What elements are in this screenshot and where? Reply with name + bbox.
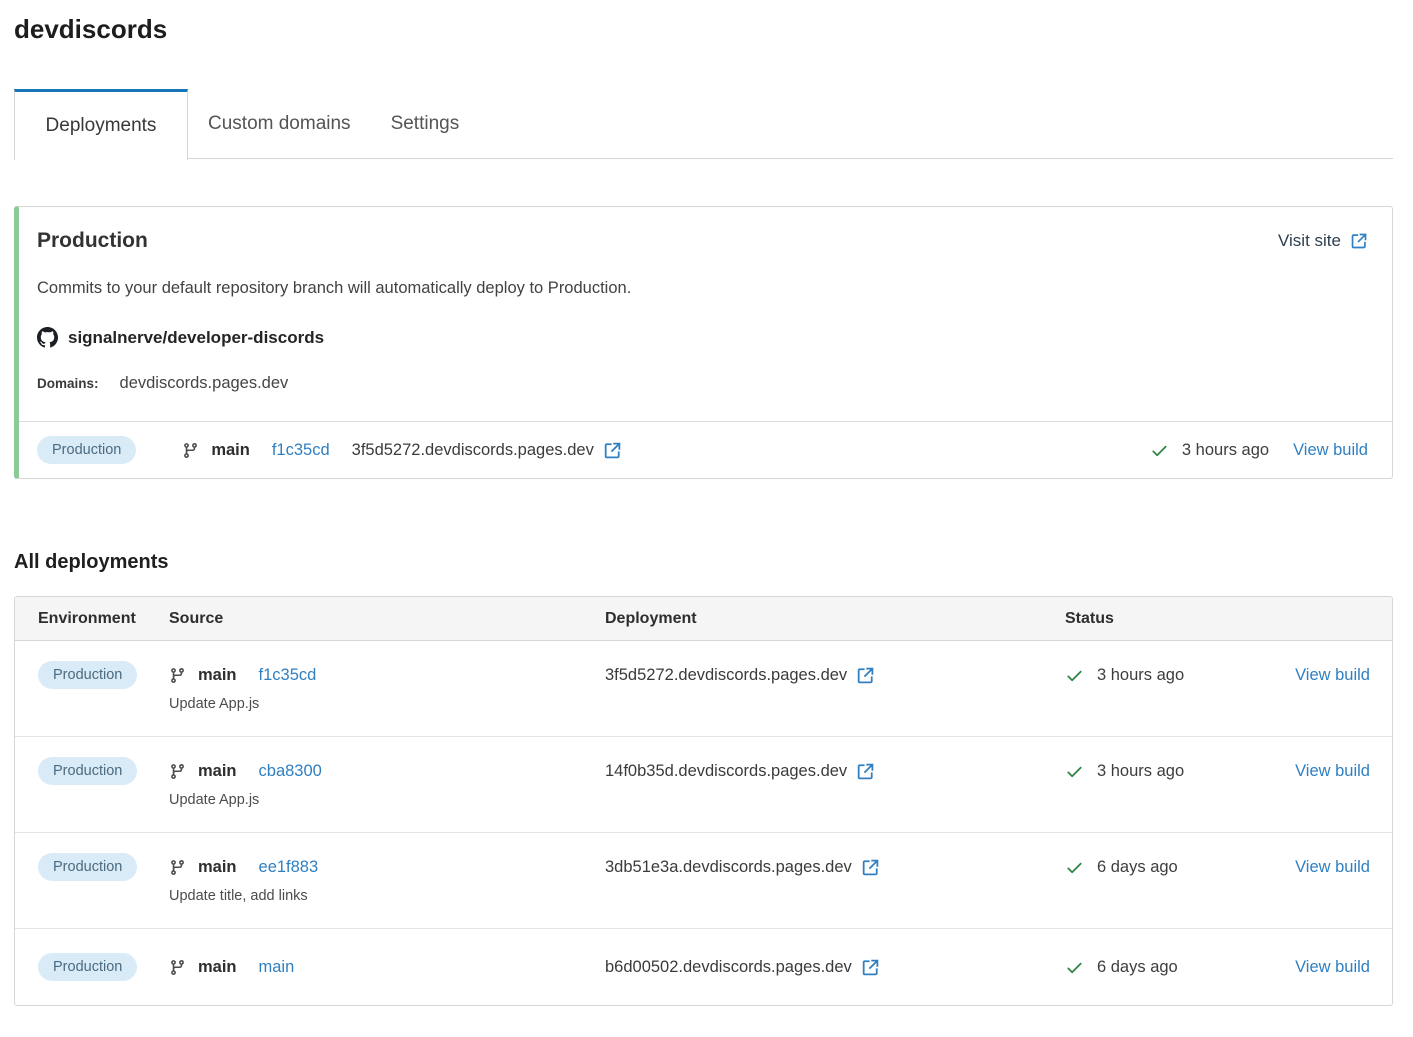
github-icon xyxy=(37,327,58,348)
git-branch-icon xyxy=(169,763,186,780)
tab-bar: Deployments Custom domains Settings xyxy=(14,89,1393,159)
commit-link[interactable]: ee1f883 xyxy=(259,853,319,881)
deploy-time: 3 hours ago xyxy=(1097,757,1184,785)
environment-badge: Production xyxy=(38,757,137,785)
column-header-source: Source xyxy=(169,610,605,628)
view-build-link[interactable]: View build xyxy=(1293,436,1368,464)
column-header-status: Status xyxy=(1065,610,1284,628)
success-check-icon xyxy=(1065,666,1084,685)
external-link-icon[interactable] xyxy=(603,441,622,460)
production-description: Commits to your default repository branc… xyxy=(37,279,1368,298)
view-build-link[interactable]: View build xyxy=(1295,762,1370,780)
git-branch-icon xyxy=(169,667,186,684)
environment-badge: Production xyxy=(38,953,137,981)
visit-site-label: Visit site xyxy=(1278,231,1341,251)
repo-link[interactable]: signalnerve/developer-discords xyxy=(68,328,324,348)
production-deployment-row: Production main f1c35cd 3f5d5272.devdisc… xyxy=(19,421,1392,478)
tab-deployments[interactable]: Deployments xyxy=(14,89,188,160)
commit-link[interactable]: f1c35cd xyxy=(272,436,330,464)
commit-message: Update App.js xyxy=(169,693,605,715)
environment-badge: Production xyxy=(38,661,137,689)
table-row: Production main f1c35cd Update App.js 3f… xyxy=(15,641,1392,736)
page-title: devdiscords xyxy=(14,14,1393,45)
branch-name: main xyxy=(211,436,250,464)
branch-name: main xyxy=(198,953,237,981)
tab-settings[interactable]: Settings xyxy=(371,89,480,158)
column-header-environment: Environment xyxy=(38,610,169,628)
commit-message: Update App.js xyxy=(169,789,605,811)
production-card: Production Visit site Commits to your de… xyxy=(14,206,1393,479)
external-link-icon[interactable] xyxy=(861,858,880,877)
branch-name: main xyxy=(198,853,237,881)
page: devdiscords Deployments Custom domains S… xyxy=(0,0,1413,1006)
branch-name: main xyxy=(198,757,237,785)
external-link-icon[interactable] xyxy=(856,666,875,685)
all-deployments-title: All deployments xyxy=(14,551,1393,574)
success-check-icon xyxy=(1065,958,1084,977)
deploy-time: 3 hours ago xyxy=(1097,661,1184,689)
table-header-row: Environment Source Deployment Status xyxy=(15,597,1392,641)
commit-link[interactable]: main xyxy=(259,953,295,981)
commit-link[interactable]: f1c35cd xyxy=(259,661,317,689)
external-link-icon xyxy=(1350,232,1368,250)
deploy-time: 6 days ago xyxy=(1097,953,1178,981)
commit-link[interactable]: cba8300 xyxy=(259,757,322,785)
git-branch-icon xyxy=(169,959,186,976)
deploy-time: 6 days ago xyxy=(1097,853,1178,881)
view-build-link[interactable]: View build xyxy=(1295,958,1370,976)
deployment-url: b6d00502.devdiscords.pages.dev xyxy=(605,953,852,981)
view-build-link[interactable]: View build xyxy=(1295,666,1370,684)
table-row: Production main main b6d00502.devdiscord… xyxy=(15,928,1392,1005)
column-header-deployment: Deployment xyxy=(605,610,1065,628)
deployment-url: 14f0b35d.devdiscords.pages.dev xyxy=(605,757,847,785)
git-branch-icon xyxy=(182,442,199,459)
visit-site-link[interactable]: Visit site xyxy=(1278,231,1368,251)
success-check-icon xyxy=(1065,858,1084,877)
commit-message: Update title, add links xyxy=(169,885,605,907)
domains-value: devdiscords.pages.dev xyxy=(120,374,289,393)
deployment-url: 3f5d5272.devdiscords.pages.dev xyxy=(352,436,594,464)
table-row: Production main cba8300 Update App.js 14… xyxy=(15,736,1392,832)
deploy-time: 3 hours ago xyxy=(1182,436,1269,464)
branch-name: main xyxy=(198,661,237,689)
success-check-icon xyxy=(1150,441,1169,460)
success-check-icon xyxy=(1065,762,1084,781)
deployment-url: 3db51e3a.devdiscords.pages.dev xyxy=(605,853,852,881)
git-branch-icon xyxy=(169,859,186,876)
deployment-url: 3f5d5272.devdiscords.pages.dev xyxy=(605,661,847,689)
table-row: Production main ee1f883 Update title, ad… xyxy=(15,832,1392,928)
environment-badge: Production xyxy=(38,853,137,881)
external-link-icon[interactable] xyxy=(861,958,880,977)
tab-custom-domains[interactable]: Custom domains xyxy=(188,89,371,158)
view-build-link[interactable]: View build xyxy=(1295,858,1370,876)
deployments-table: Environment Source Deployment Status Pro… xyxy=(14,596,1393,1006)
external-link-icon[interactable] xyxy=(856,762,875,781)
domains-label: Domains: xyxy=(37,376,99,391)
environment-badge: Production xyxy=(37,436,136,464)
production-card-title: Production xyxy=(37,229,148,253)
